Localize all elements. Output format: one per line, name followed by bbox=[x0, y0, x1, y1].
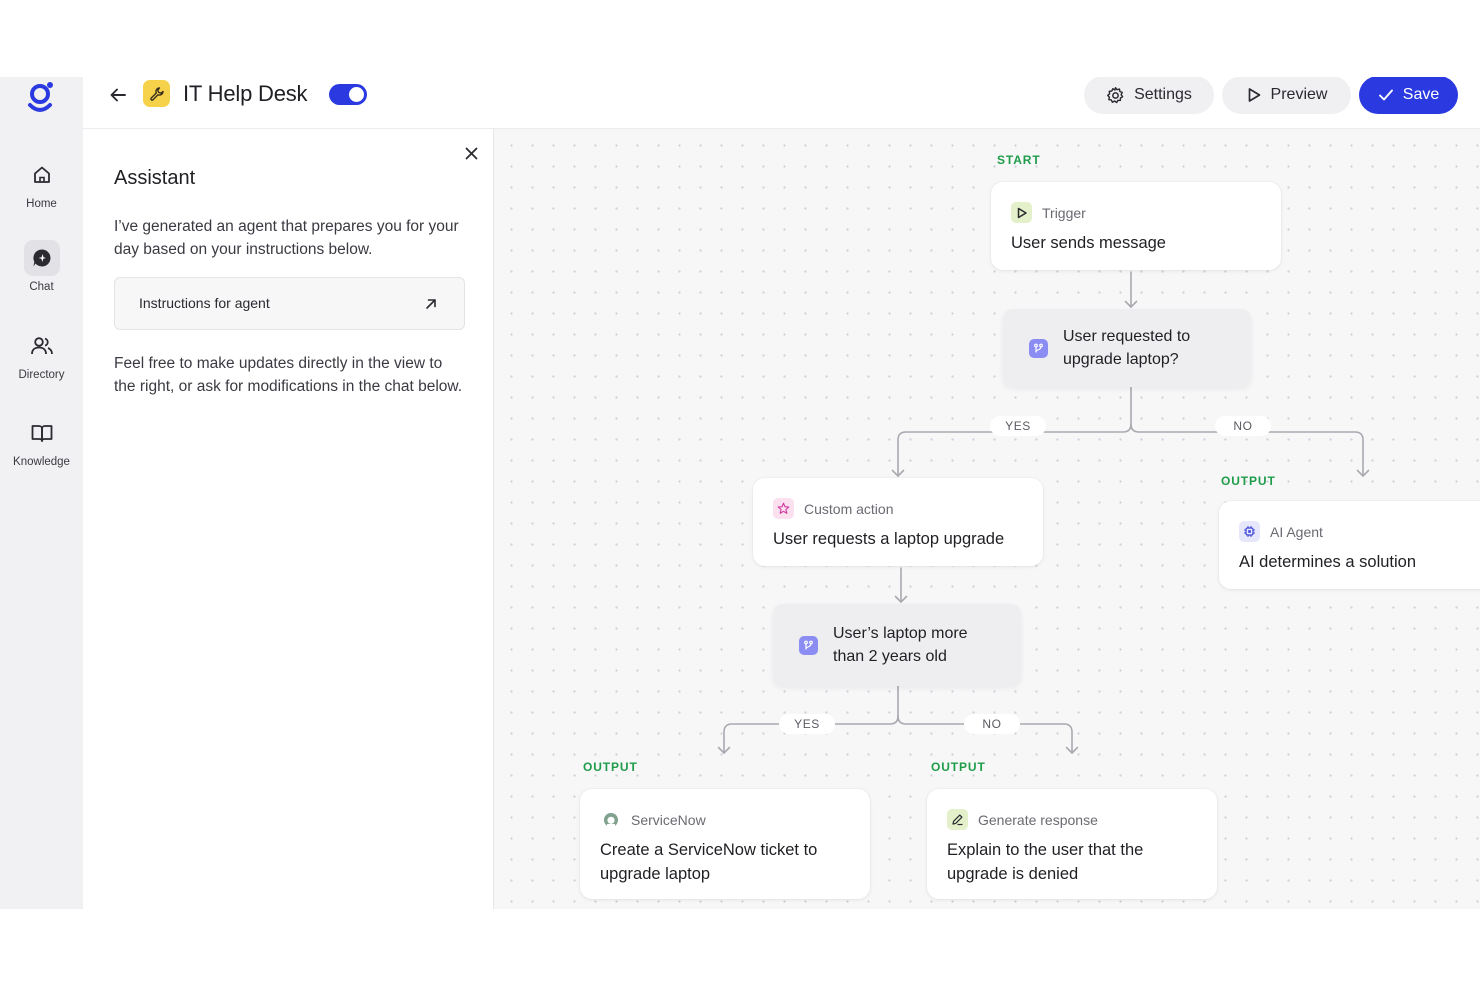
generate-response-node[interactable]: Generate response Explain to the user th… bbox=[927, 789, 1217, 899]
wrench-icon bbox=[149, 86, 164, 101]
home-icon bbox=[24, 157, 60, 193]
save-button[interactable]: Save bbox=[1359, 77, 1458, 114]
branch-icon bbox=[1029, 339, 1048, 358]
nav-label-chat: Chat bbox=[29, 281, 54, 293]
servicenow-kind: ServiceNow bbox=[631, 811, 706, 828]
instructions-label: Instructions for agent bbox=[139, 295, 270, 311]
start-tag: START bbox=[997, 153, 1041, 167]
app-badge bbox=[143, 80, 170, 107]
no-branch-label: NO bbox=[1215, 416, 1271, 436]
assistant-intro-text: I’ve generated an agent that prepares yo… bbox=[114, 218, 459, 258]
assistant-title: Assistant bbox=[114, 167, 196, 189]
yes-branch-label-2: YES bbox=[779, 714, 835, 734]
output-tag-ai-agent: OUTPUT bbox=[1221, 474, 1276, 488]
no-branch-label-2: NO bbox=[964, 714, 1020, 734]
gear-icon bbox=[1107, 86, 1124, 103]
play-icon bbox=[1248, 88, 1260, 102]
assistant-outro-text: Feel free to make updates directly in th… bbox=[114, 355, 463, 395]
page-title: IT Help Desk bbox=[183, 81, 308, 106]
flow-canvas[interactable]: START Trigger User sends message User re… bbox=[494, 129, 1480, 909]
custom-action-kind: Custom action bbox=[804, 500, 894, 517]
nav-label-directory: Directory bbox=[18, 369, 65, 381]
pencil-icon bbox=[947, 809, 968, 830]
agent-enabled-toggle[interactable] bbox=[329, 84, 367, 105]
trigger-node[interactable]: Trigger User sends message bbox=[991, 182, 1281, 270]
users-icon bbox=[24, 328, 60, 364]
nav-item-home[interactable]: Home bbox=[0, 157, 83, 210]
generate-text: Explain to the user that the upgrade is … bbox=[947, 841, 1144, 883]
settings-label: Settings bbox=[1134, 86, 1192, 103]
chip-icon bbox=[1239, 521, 1260, 542]
star-icon bbox=[773, 498, 794, 519]
save-label: Save bbox=[1402, 86, 1440, 103]
nav-item-directory[interactable]: Directory bbox=[0, 328, 83, 381]
nav-label-home: Home bbox=[26, 198, 57, 210]
condition2-text: User’s laptop more than 2 years old bbox=[833, 625, 968, 665]
top-header: IT Help Desk Settings Preview Save bbox=[83, 77, 1480, 129]
output-tag-generate: OUTPUT bbox=[931, 760, 986, 774]
brand-logo-icon[interactable] bbox=[26, 81, 56, 115]
preview-label: Preview bbox=[1270, 86, 1328, 103]
close-icon[interactable] bbox=[461, 143, 481, 163]
back-arrow-icon[interactable] bbox=[105, 82, 131, 108]
servicenow-text: Create a ServiceNow ticket to upgrade la… bbox=[600, 841, 818, 883]
trigger-text: User sends message bbox=[1011, 234, 1166, 252]
nav-label-knowledge: Knowledge bbox=[13, 456, 70, 468]
servicenow-node[interactable]: ServiceNow Create a ServiceNow ticket to… bbox=[580, 789, 870, 899]
nav-item-knowledge[interactable]: Knowledge bbox=[0, 415, 83, 468]
ai-agent-node[interactable]: AI Agent AI determines a solution bbox=[1219, 501, 1480, 589]
condition-node-laptop-age[interactable]: User’s laptop more than 2 years old bbox=[773, 604, 1021, 686]
ai-agent-text: AI determines a solution bbox=[1239, 553, 1417, 571]
play-icon bbox=[1011, 202, 1032, 223]
preview-button[interactable]: Preview bbox=[1222, 77, 1351, 114]
chat-icon bbox=[23, 240, 60, 276]
arrow-up-right-icon bbox=[426, 299, 436, 309]
custom-action-node[interactable]: Custom action User requests a laptop upg… bbox=[753, 478, 1043, 566]
yes-branch-label: YES bbox=[990, 416, 1046, 436]
book-icon bbox=[24, 415, 60, 451]
servicenow-icon bbox=[600, 809, 621, 830]
app-window: Home Chat Directory Knowledge IT Help De… bbox=[0, 77, 1480, 909]
assistant-panel: Assistant I’ve generated an agent that p… bbox=[83, 129, 494, 909]
trigger-kind: Trigger bbox=[1042, 204, 1086, 221]
instructions-for-agent-button[interactable]: Instructions for agent bbox=[114, 277, 465, 330]
ai-agent-kind: AI Agent bbox=[1270, 523, 1323, 540]
output-tag-servicenow: OUTPUT bbox=[583, 760, 638, 774]
generate-kind: Generate response bbox=[978, 811, 1098, 828]
nav-item-chat[interactable]: Chat bbox=[0, 240, 83, 293]
custom-action-text: User requests a laptop upgrade bbox=[773, 530, 1005, 548]
branch-icon bbox=[799, 636, 818, 655]
left-nav: Home Chat Directory Knowledge bbox=[0, 77, 83, 909]
check-icon bbox=[1378, 89, 1393, 101]
condition1-text: User requested to upgrade laptop? bbox=[1063, 328, 1191, 368]
condition-node-upgrade-request[interactable]: User requested to upgrade laptop? bbox=[1003, 309, 1251, 387]
settings-button[interactable]: Settings bbox=[1084, 77, 1214, 114]
